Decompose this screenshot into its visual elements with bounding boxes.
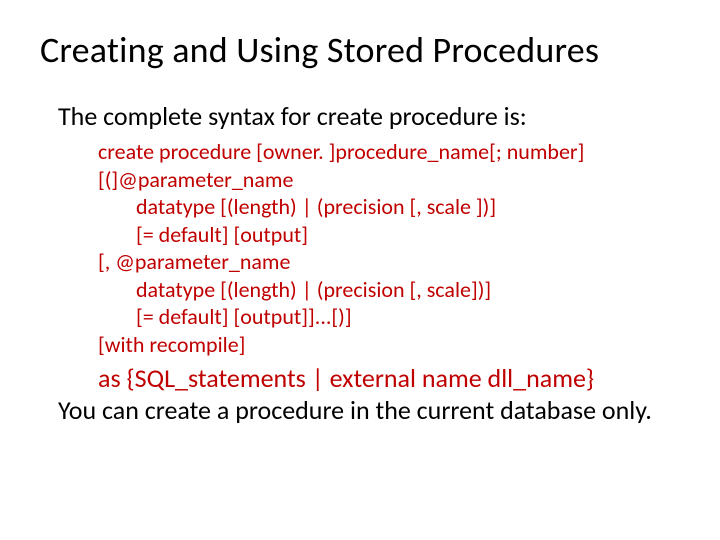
- as-clause: as {SQL_statements | external name dll_n…: [98, 362, 680, 394]
- syntax-block: create procedure [owner. ]procedure_name…: [98, 138, 680, 358]
- syntax-line: [(]@parameter_name: [98, 166, 680, 194]
- syntax-line: [, @parameter_name: [98, 248, 680, 276]
- intro-text: The complete syntax for create procedure…: [58, 100, 680, 132]
- syntax-line: [= default] [output]: [98, 221, 680, 249]
- syntax-line: create procedure [owner. ]procedure_name…: [98, 138, 680, 166]
- syntax-line: [= default] [output]]...[)]: [98, 303, 680, 331]
- syntax-line: datatype [(length) | (precision [, scale…: [98, 276, 680, 304]
- slide: Creating and Using Stored Procedures The…: [0, 0, 720, 540]
- slide-title: Creating and Using Stored Procedures: [40, 28, 680, 72]
- tail-text: You can create a procedure in the curren…: [58, 396, 680, 426]
- syntax-line: [with recompile]: [98, 331, 680, 359]
- syntax-line: datatype [(length) | (precision [, scale…: [98, 193, 680, 221]
